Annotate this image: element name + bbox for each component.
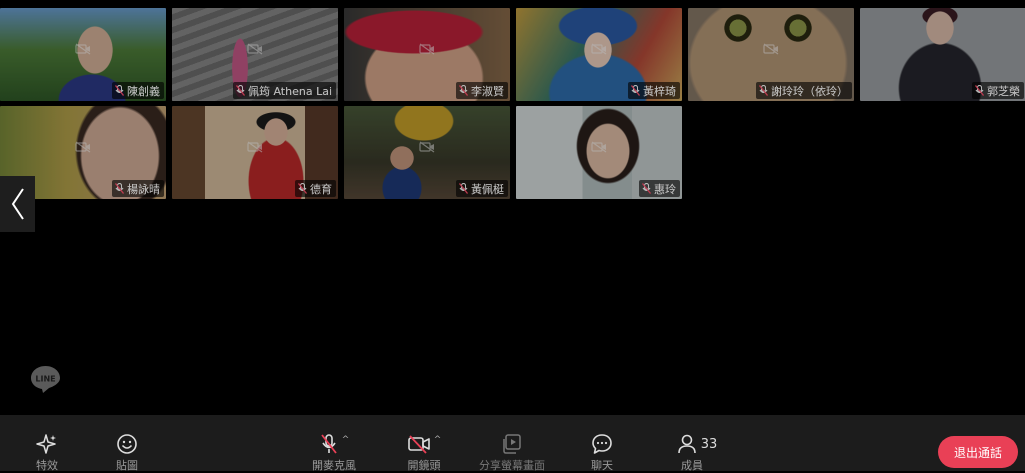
participant-name-tag: 謝玲玲（依玲） [756, 82, 852, 99]
participant-tile[interactable]: 黃梓琦 [516, 8, 682, 101]
person-icon [677, 434, 696, 454]
chat-bubble-icon [592, 434, 612, 454]
participant-name-tag: 佩筠 Athena Lai [232, 82, 336, 99]
participant-tile[interactable]: 德育 [172, 106, 338, 199]
camera-off-icon [247, 141, 263, 153]
mic-muted-icon [298, 183, 307, 194]
participant-name-tag: 黃佩梃 [456, 180, 508, 197]
participant-name-tag: 德育 [295, 180, 336, 197]
share-screen-button[interactable]: 分享螢幕畫面 [478, 415, 546, 472]
participant-tile[interactable]: 惠玲 [516, 106, 682, 199]
participant-name-tag: 陳創義 [112, 82, 164, 99]
microphone-toggle-button[interactable]: ^ 開麥克風 [308, 415, 360, 472]
member-count: 33 [700, 436, 718, 452]
participant-name: 陳創義 [127, 84, 160, 98]
mic-muted-icon [459, 183, 468, 194]
chevron-up-icon[interactable]: ^ [434, 435, 442, 445]
camera-off-icon [407, 435, 430, 454]
camera-off-icon [763, 43, 779, 55]
participant-tile[interactable]: 黃佩梃 [344, 106, 510, 199]
camera-off-icon [75, 43, 91, 55]
participant-name-tag: 黃梓琦 [628, 82, 680, 99]
call-toolbar: 特效 貼圖 ^ 開麥克風 ^ 開鏡頭 分享螢幕畫面 聊天 33 成員 退出通話 [0, 415, 1025, 472]
camera-off-icon [247, 43, 263, 55]
participant-name: 德育 [310, 182, 332, 196]
participant-name: 楊詠晴 [127, 182, 160, 196]
participant-tile[interactable]: 謝玲玲（依玲） [688, 8, 854, 101]
participant-tile[interactable]: 郭芝榮 [860, 8, 1025, 101]
line-logo-text: LINE [35, 375, 55, 384]
participant-name-tag: 郭芝榮 [972, 82, 1024, 99]
camera-off-icon [591, 43, 607, 55]
participant-name: 黃梓琦 [643, 84, 676, 98]
mic-muted-icon [459, 85, 468, 96]
leave-call-button[interactable]: 退出通話 [938, 436, 1018, 468]
participant-name: 謝玲玲（依玲） [771, 84, 848, 98]
sparkle-icon [36, 434, 56, 454]
share-screen-icon [503, 434, 521, 454]
participant-name-tag: 楊詠晴 [112, 180, 164, 197]
chevron-left-icon [11, 188, 24, 220]
participant-name: 李淑賢 [471, 84, 504, 98]
line-logo: LINE [31, 366, 60, 393]
video-grid: 陳創義 佩筠 Athena Lai 李淑賢 黃梓琦 謝玲玲（依玲） 郭芝榮 楊詠… [0, 0, 1025, 210]
camera-off-icon [419, 141, 435, 153]
camera-off-icon [591, 141, 607, 153]
mic-muted-icon [115, 183, 124, 194]
participant-name: 佩筠 Athena Lai [247, 84, 332, 98]
members-button[interactable]: 33 成員 [674, 415, 720, 472]
chevron-up-icon[interactable]: ^ [342, 435, 350, 445]
camera-off-icon [419, 43, 435, 55]
chat-button[interactable]: 聊天 [584, 415, 620, 472]
mic-muted-icon [235, 85, 245, 96]
camera-toggle-button[interactable]: ^ 開鏡頭 [404, 415, 444, 472]
smiley-icon [117, 434, 137, 454]
participant-name: 惠玲 [654, 182, 676, 196]
mic-muted-icon [115, 85, 124, 96]
participant-name-tag: 李淑賢 [456, 82, 508, 99]
participant-name: 黃佩梃 [471, 182, 504, 196]
camera-off-icon [75, 141, 91, 153]
mic-muted-icon [642, 183, 651, 194]
stickers-button[interactable]: 貼圖 [108, 415, 146, 472]
participant-name: 郭芝榮 [987, 84, 1020, 98]
mic-muted-icon [631, 85, 640, 96]
participant-tile[interactable]: 陳創義 [0, 8, 166, 101]
microphone-muted-icon [321, 434, 337, 454]
mic-muted-icon [759, 85, 768, 96]
effects-button[interactable]: 特效 [28, 415, 66, 472]
participant-name-tag: 惠玲 [639, 180, 680, 197]
mic-muted-icon [975, 85, 984, 96]
participant-tile[interactable]: 李淑賢 [344, 8, 510, 101]
participant-tile[interactable]: 佩筠 Athena Lai [172, 8, 338, 101]
previous-page-button[interactable] [0, 176, 35, 232]
